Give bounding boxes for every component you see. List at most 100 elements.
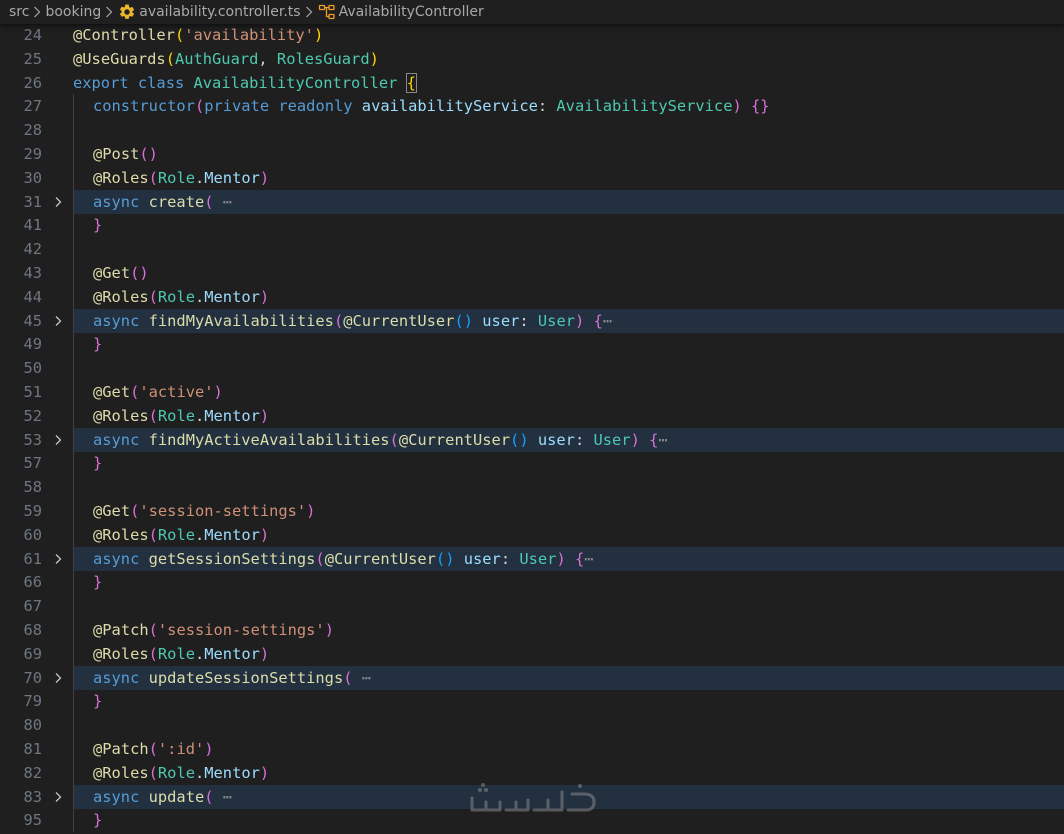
indent-guide (73, 380, 74, 404)
code-token: ) (213, 383, 223, 401)
code-text: constructor(private readonly availabilit… (93, 94, 770, 118)
code-token: ) (324, 621, 334, 639)
breadcrumb-item-file[interactable]: availability.controller.ts (116, 3, 301, 21)
code-line[interactable]: 66} (0, 570, 1064, 595)
code-line[interactable]: 27 constructor(private readonly availabil… (0, 94, 1064, 119)
code-token: ) (259, 168, 270, 187)
code-line[interactable]: 45 async findMyAvailabilities(@CurrentUse… (0, 308, 1064, 333)
fold-ellipsis[interactable]: ⋯ (584, 550, 593, 568)
line-number: 82 (23, 763, 42, 782)
code-line[interactable]: 81 @Patch(':id') (0, 737, 1064, 761)
code-token: getSessionSettings (148, 549, 316, 568)
line-number: 30 (23, 168, 42, 187)
code-line[interactable]: 70 async updateSessionSettings( ⋯ (0, 665, 1064, 690)
code-line[interactable]: 59 @Get('session-settings') (0, 499, 1064, 523)
code-line[interactable]: 28 (0, 118, 1064, 143)
code-line[interactable]: 80 (0, 713, 1064, 738)
chevron-right-icon[interactable] (52, 434, 64, 446)
code-token: } (93, 335, 103, 354)
code-line[interactable]: 53 async findMyActiveAvailabilities(@Curr… (0, 427, 1064, 452)
code-line[interactable]: 50 (0, 356, 1064, 381)
fold-ellipsis[interactable]: ⋯ (658, 431, 667, 449)
code-token: CurrentUser (333, 549, 436, 568)
chevron-right-icon[interactable] (52, 672, 64, 684)
code-token: Patch (102, 740, 149, 758)
code-token: () (139, 145, 158, 163)
indent-guide (73, 308, 74, 333)
code-token: Post (102, 145, 140, 163)
line-number: 29 (23, 145, 42, 163)
indent-guide (73, 570, 74, 595)
breadcrumb-item-booking[interactable]: booking (44, 4, 102, 20)
code-line[interactable]: 67 (0, 594, 1064, 619)
indent-guide (73, 189, 74, 214)
code-token: : (500, 549, 520, 568)
line-number: 26 (23, 73, 42, 92)
code-line[interactable]: 52 @Roles(Role.Mentor) (0, 403, 1064, 428)
code-text: async findMyAvailabilities(@CurrentUser(… (93, 309, 612, 333)
code-line[interactable]: 49} (0, 332, 1064, 357)
code-line[interactable]: 25 @UseGuards(AuthGuard, RolesGuard) (0, 47, 1064, 71)
code-line[interactable]: 30 @Roles(Role.Mentor) (0, 165, 1064, 190)
code-token: { (593, 311, 603, 330)
fold-ellipsis[interactable]: ⋯ (214, 788, 232, 806)
fold-ellipsis[interactable]: ⋯ (603, 312, 612, 330)
code-line[interactable]: 58 (0, 475, 1064, 500)
code-line[interactable]: 43 @Get() (0, 261, 1064, 285)
code-token: Patch (102, 621, 149, 639)
indent-guide (73, 237, 74, 262)
fold-ellipsis[interactable]: ⋯ (214, 193, 232, 211)
code-token: 'session-settings' (157, 621, 325, 639)
code-line[interactable]: 60 @Roles(Role.Mentor) (0, 522, 1064, 547)
code-token: . (194, 168, 205, 187)
code-line[interactable]: 95} (0, 808, 1064, 833)
fold-ellipsis[interactable]: ⋯ (353, 669, 371, 687)
code-line[interactable]: 26 export class AvailabilityController { (0, 71, 1064, 95)
chevron-right-icon[interactable] (52, 196, 64, 208)
code-token: @ (343, 311, 353, 330)
code-line[interactable]: 79} (0, 689, 1064, 714)
code-token: {} (751, 97, 770, 116)
chevron-right-icon[interactable] (52, 791, 64, 803)
code-line[interactable]: 68 @Patch('session-settings') (0, 618, 1064, 642)
code-line[interactable]: 83 async update( ⋯ (0, 784, 1064, 809)
code-token: export (73, 73, 129, 92)
code-line[interactable]: 51 @Get('active') (0, 380, 1064, 404)
chevron-right-icon[interactable] (52, 553, 64, 565)
code-line[interactable]: 29 @Post() (0, 142, 1064, 166)
line-number: 57 (23, 454, 42, 473)
code-token: @ (93, 287, 103, 306)
code-line[interactable]: 31 async create( ⋯ (0, 189, 1064, 214)
code-token: @ (324, 549, 334, 568)
line-number: 80 (23, 716, 42, 735)
line-number: 41 (23, 216, 42, 235)
chevron-right-icon[interactable] (52, 315, 64, 327)
code-token: AuthGuard (174, 49, 259, 68)
code-editor[interactable]: 24 @Controller('availability') 25 @UseGuard… (0, 24, 1064, 834)
breadcrumb-item-label: src (9, 4, 30, 20)
code-token: @ (93, 383, 103, 401)
code-line[interactable]: 24 @Controller('availability') (0, 24, 1064, 47)
line-number: 27 (23, 97, 42, 116)
code-line[interactable]: 69 @Roles(Role.Mentor) (0, 641, 1064, 666)
code-line[interactable]: 61 async getSessionSettings(@CurrentUser(… (0, 546, 1064, 571)
breadcrumb-item-src[interactable]: src (8, 4, 30, 20)
code-token: . (194, 287, 205, 306)
code-line[interactable]: 82 @Roles(Role.Mentor) (0, 760, 1064, 785)
code-token: Roles (102, 525, 149, 544)
code-token: @ (93, 621, 103, 639)
code-line[interactable]: 42 (0, 237, 1064, 262)
code-token: ( (204, 192, 214, 211)
indent-guide (73, 594, 74, 619)
code-token: ( (165, 49, 175, 68)
code-line[interactable]: 41} (0, 213, 1064, 238)
code-line[interactable]: 44 @Roles(Role.Mentor) (0, 284, 1064, 309)
code-text: @Patch('session-settings') (93, 618, 334, 642)
code-line[interactable]: 57} (0, 451, 1064, 476)
breadcrumb-item-class[interactable]: AvailabilityController (316, 3, 485, 21)
code-token: ) (574, 311, 585, 330)
indent-guide (73, 427, 74, 452)
code-token: class (137, 73, 185, 92)
code-text: @Roles(Role.Mentor) (93, 642, 269, 666)
